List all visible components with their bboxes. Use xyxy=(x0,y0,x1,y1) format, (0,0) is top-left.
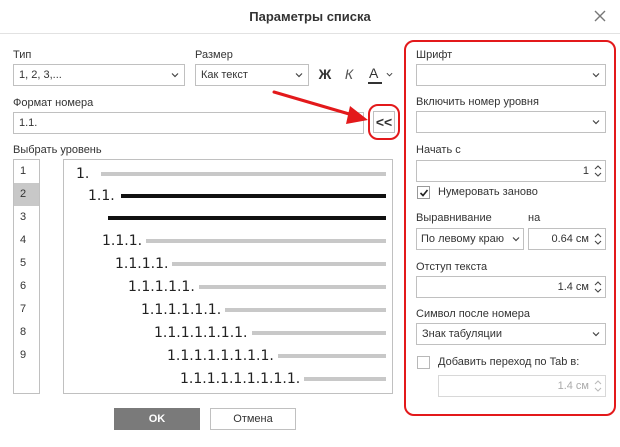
preview-row: 1.1.1.1.1.1. xyxy=(141,300,386,320)
spinner-icon[interactable] xyxy=(593,230,603,248)
include-level-select[interactable] xyxy=(416,111,606,133)
preview-line xyxy=(101,172,386,176)
preview-row: 1.1.1.1.1.1.1.1. xyxy=(167,346,386,366)
symbol-after-label: Символ после номера xyxy=(416,308,530,320)
font-color-glyph: А xyxy=(369,65,379,81)
type-label: Тип xyxy=(13,49,32,61)
size-value: Как текст xyxy=(201,69,248,81)
symbol-after-value: Знак табуляции xyxy=(422,328,503,340)
start-at-label: Начать с xyxy=(416,144,461,156)
tab-stop-input[interactable]: 1.4 см xyxy=(438,375,606,397)
preview-line xyxy=(304,377,386,381)
level-item-8[interactable]: 8 xyxy=(14,321,39,344)
chevron-down-icon xyxy=(512,237,520,242)
size-select[interactable]: Как текст xyxy=(195,64,309,86)
alignment-at-input[interactable]: 0.64 см xyxy=(528,228,606,250)
spinner-icon[interactable] xyxy=(593,162,603,180)
ok-button[interactable]: OK xyxy=(114,408,200,430)
font-select[interactable] xyxy=(416,64,606,86)
preview-line xyxy=(146,239,386,243)
tab-stop-label: Добавить переход по Tab в: xyxy=(438,356,580,368)
type-value: 1, 2, 3,... xyxy=(19,69,62,81)
preview-row: 1.1.1.1.1.1.1. xyxy=(154,323,386,343)
level-item-1[interactable]: 1 xyxy=(14,160,39,183)
close-icon[interactable] xyxy=(592,8,608,24)
alignment-label: Выравнивание xyxy=(416,212,492,224)
alignment-value: По левому краю xyxy=(421,233,504,245)
preview-row: 1.1.1.1.1.1.1.1.1. xyxy=(180,369,386,389)
restart-label: Нумеровать заново xyxy=(438,186,538,198)
preview-line xyxy=(172,262,386,266)
size-label: Размер xyxy=(195,49,233,61)
indent-value: 1.4 см xyxy=(557,281,589,293)
dialog-title: Параметры списка xyxy=(0,0,620,34)
level-item-5[interactable]: 5 xyxy=(14,252,39,275)
italic-button[interactable]: К xyxy=(342,66,356,84)
level-item-4[interactable]: 4 xyxy=(14,229,39,252)
level-item-3[interactable]: 3 xyxy=(14,206,39,229)
level-item-9[interactable]: 9 xyxy=(14,344,39,367)
preview-number: 1.1.1.1.1.1.1.1.1. xyxy=(180,371,301,387)
symbol-after-select[interactable]: Знак табуляции xyxy=(416,323,606,345)
bold-button[interactable]: Ж xyxy=(317,66,333,84)
level-item-6[interactable]: 6 xyxy=(14,275,39,298)
preview-number: 1.1.1.1.1.1.1. xyxy=(154,325,248,341)
include-level-label: Включить номер уровня xyxy=(416,96,539,108)
preview-row: 1.1.1.1.1. xyxy=(128,277,386,297)
preview-line xyxy=(120,194,386,198)
start-at-input[interactable]: 1 xyxy=(416,160,606,182)
chevron-down-icon xyxy=(386,72,393,77)
preview-number: 1.1.1.1.1.1.1.1. xyxy=(167,348,274,364)
preview-row: 1.1. xyxy=(88,186,386,206)
preview-number: 1.1. xyxy=(88,188,115,204)
tab-stop-checkbox[interactable] xyxy=(417,356,430,369)
level-list[interactable]: 1 2 3 4 5 6 7 8 9 xyxy=(13,159,40,394)
preview-number: 1.1.1.1.1.1. xyxy=(141,302,222,318)
chevron-down-icon xyxy=(171,73,179,78)
preview-row: 1. xyxy=(76,164,386,184)
preview-line xyxy=(251,331,386,335)
chevron-down-icon xyxy=(592,332,600,337)
restart-checkbox[interactable] xyxy=(417,186,430,199)
spinner-icon[interactable] xyxy=(593,377,603,395)
preview-line xyxy=(225,308,386,312)
level-item-7[interactable]: 7 xyxy=(14,298,39,321)
spinner-icon[interactable] xyxy=(593,278,603,296)
tab-stop-value: 1.4 см xyxy=(557,380,589,392)
checkmark-icon xyxy=(419,189,429,197)
preview-number: 1.1.1. xyxy=(102,233,143,249)
cancel-button[interactable]: Отмена xyxy=(210,408,296,430)
preview-line xyxy=(198,285,386,289)
list-preview: 1. 1.1. 1.1.1. 1.1.1.1. 1.1.1.1.1. 1.1.1… xyxy=(63,159,393,394)
at-label: на xyxy=(528,212,541,224)
indent-input[interactable]: 1.4 см xyxy=(416,276,606,298)
start-at-value: 1 xyxy=(582,165,589,177)
levels-label: Выбрать уровень xyxy=(13,144,102,156)
preview-line xyxy=(277,354,386,358)
preview-line xyxy=(108,216,386,220)
chevron-down-icon xyxy=(295,73,303,78)
font-label: Шрифт xyxy=(416,49,453,61)
preview-row xyxy=(104,208,386,228)
level-item-2[interactable]: 2 xyxy=(14,183,39,206)
font-color-button[interactable]: А xyxy=(367,64,395,86)
chevron-down-icon xyxy=(592,73,600,78)
indent-label: Отступ текста xyxy=(416,261,488,273)
at-value: 0.64 см xyxy=(551,233,589,245)
chevron-down-icon xyxy=(592,120,600,125)
preview-number: 1.1.1.1.1. xyxy=(128,279,195,295)
annotation-arrow-icon xyxy=(272,90,368,124)
preview-number: 1.1.1.1. xyxy=(115,256,169,272)
color-bar xyxy=(368,82,382,84)
type-select[interactable]: 1, 2, 3,... xyxy=(13,64,185,86)
preview-row: 1.1.1.1. xyxy=(115,254,386,274)
preview-row: 1.1.1. xyxy=(102,231,386,251)
number-format-label: Формат номера xyxy=(13,97,94,109)
alignment-select[interactable]: По левому краю xyxy=(416,228,524,250)
insert-level-button[interactable]: << xyxy=(373,111,395,133)
preview-number: 1. xyxy=(76,166,90,182)
